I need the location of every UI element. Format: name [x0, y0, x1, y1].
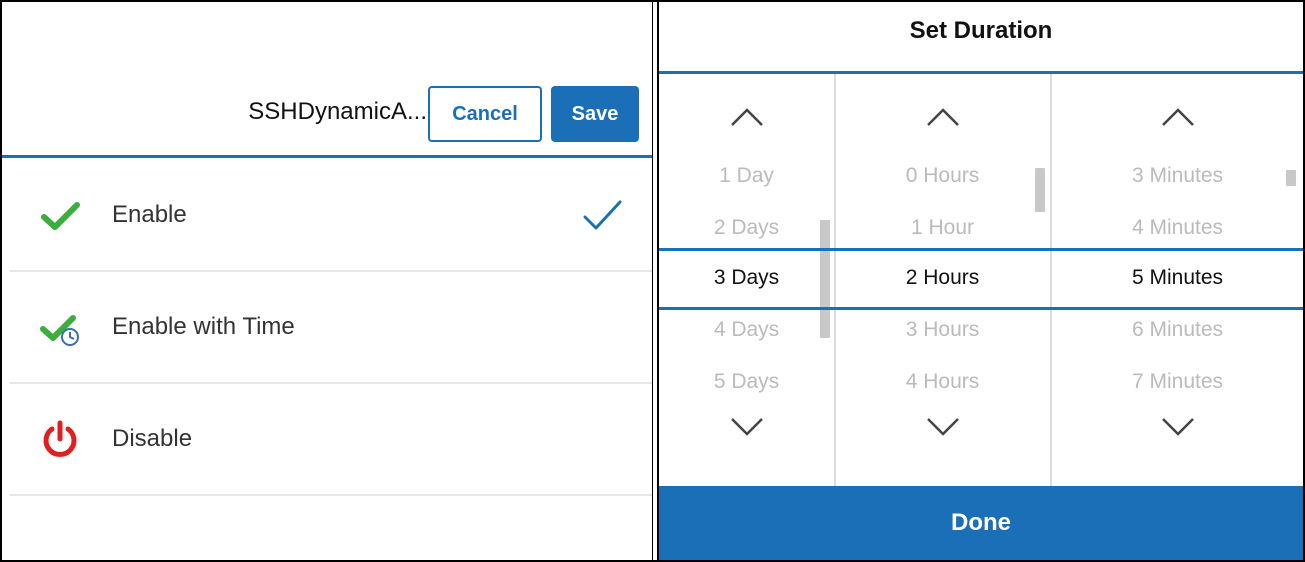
status-header: SSHDynamicA... Cancel Save [2, 2, 652, 158]
minutes-option[interactable]: 4 Minutes [1052, 202, 1303, 254]
days-down-arrow[interactable] [659, 416, 834, 456]
minutes-column[interactable]: 3 Minutes 4 Minutes 5 Minutes 6 Minutes … [1052, 74, 1303, 486]
minutes-option-selected[interactable]: 5 Minutes [1052, 252, 1303, 304]
save-button[interactable]: Save [551, 86, 639, 142]
option-label: Enable with Time [112, 313, 295, 340]
minutes-option[interactable]: 6 Minutes [1052, 304, 1303, 356]
chevron-up-icon [1161, 108, 1194, 126]
chevron-up-icon [730, 108, 763, 126]
hours-option[interactable]: 0 Hours [835, 150, 1050, 202]
hours-column[interactable]: 0 Hours 1 Hour 2 Hours 3 Hours 4 Hours [835, 74, 1052, 486]
hours-down-arrow[interactable] [835, 416, 1050, 456]
hours-up-arrow[interactable] [835, 106, 1050, 146]
option-label: Enable [112, 201, 187, 228]
hours-option[interactable]: 4 Hours [835, 356, 1050, 408]
chevron-up-icon [926, 108, 959, 126]
duration-picker: 1 Day 2 Days 3 Days 4 Days 5 Days 0 Hour… [659, 74, 1303, 486]
done-button[interactable]: Done [659, 486, 1303, 560]
days-option-selected[interactable]: 3 Days [659, 252, 834, 304]
hours-scrollbar[interactable] [1035, 168, 1045, 212]
duration-dialog: Set Duration 1 Day 2 Days 3 Days 4 Days … [657, 2, 1303, 560]
minutes-down-arrow[interactable] [1052, 416, 1303, 456]
cancel-button[interactable]: Cancel [428, 86, 542, 142]
days-column[interactable]: 1 Day 2 Days 3 Days 4 Days 5 Days [659, 74, 836, 486]
chevron-down-icon [926, 418, 959, 436]
minutes-option[interactable]: 7 Minutes [1052, 356, 1303, 408]
minutes-scrollbar[interactable] [1286, 170, 1296, 186]
option-label: Disable [112, 425, 193, 452]
days-scrollbar[interactable] [820, 220, 830, 338]
minutes-option[interactable]: 3 Minutes [1052, 150, 1303, 202]
option-enable[interactable]: Enable [10, 160, 652, 272]
check-clock-icon [40, 315, 79, 346]
selected-check-icon [583, 200, 622, 230]
chevron-down-icon [730, 418, 763, 436]
dialog-title: Set Duration [659, 2, 1303, 74]
days-option[interactable]: 2 Days [659, 202, 834, 254]
days-option[interactable]: 4 Days [659, 304, 834, 356]
page-title: SSHDynamicA... [248, 98, 427, 125]
days-option[interactable]: 5 Days [659, 356, 834, 408]
green-check-icon [41, 202, 80, 230]
hours-option[interactable]: 1 Hour [835, 202, 1050, 254]
power-icon [43, 420, 77, 457]
option-disable[interactable]: Disable [10, 384, 652, 496]
option-list: Enable Enable with Time Disable [10, 160, 652, 496]
option-enable-with-time[interactable]: Enable with Time [10, 272, 652, 384]
chevron-down-icon [1161, 418, 1194, 436]
status-panel: SSHDynamicA... Cancel Save Enable Enable… [2, 2, 653, 560]
hours-option-selected[interactable]: 2 Hours [835, 252, 1050, 304]
minutes-up-arrow[interactable] [1052, 106, 1303, 146]
days-up-arrow[interactable] [659, 106, 834, 146]
days-option[interactable]: 1 Day [659, 150, 834, 202]
hours-option[interactable]: 3 Hours [835, 304, 1050, 356]
